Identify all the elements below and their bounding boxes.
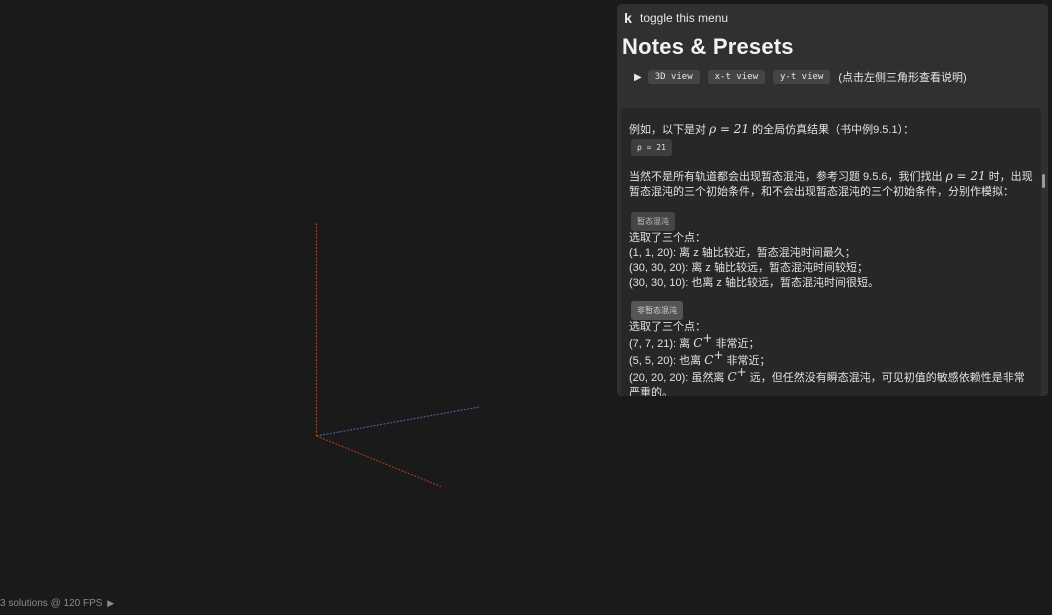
fps-status: 3 solutions @ 120 FPS ▶ xyxy=(0,597,114,610)
expand-triangle-icon[interactable]: ▶ xyxy=(634,72,642,83)
preset-non-transient-chaos-button[interactable]: 非暂态混沌 xyxy=(631,301,683,320)
notes-content[interactable]: 例如，以下是对 ρ = 21 的全局仿真结果（书中例9.5.1）： ρ = 21… xyxy=(621,108,1041,396)
preset-rho-21-button[interactable]: ρ = 21 xyxy=(631,139,672,156)
c-base: C xyxy=(693,336,702,350)
preset-transient-chaos-button[interactable]: 暂态混沌 xyxy=(631,212,675,231)
note-p2-a: 当然不是所有轨道都会出现暂态混沌，参考习题 9.5.6，我们找出 xyxy=(629,171,946,183)
notes-scrollbar[interactable] xyxy=(1042,174,1045,188)
play-icon[interactable]: ▶ xyxy=(107,598,114,608)
panel-title: Notes & Presets xyxy=(622,34,794,60)
c-base: C xyxy=(704,353,713,367)
view-button-xt[interactable]: x-t view xyxy=(708,70,765,84)
axis-right xyxy=(317,407,480,436)
menu-toggle-label: toggle this menu xyxy=(640,11,728,25)
transient-line-2: (30, 30, 20): 离 z 轴比较远，暂态混沌时间较短； xyxy=(629,261,1033,276)
math-c-plus-1: C+ xyxy=(693,336,712,350)
c-sup: + xyxy=(737,365,747,379)
transient-line-3: (30, 30, 10): 也离 z 轴比较远，暂态混沌时间很短。 xyxy=(629,276,1033,291)
math-c-plus-2: C+ xyxy=(704,353,723,367)
view-hint: (点击左侧三角形查看说明) xyxy=(838,69,966,85)
nt-line3-pre: (20, 20, 20): 虽然离 xyxy=(629,372,727,384)
non-transient-line-3: (20, 20, 20): 虽然离 C+ 远，但任然没有瞬态混沌，可见初值的敏感… xyxy=(629,370,1033,396)
math-rho-2: ρ = 21 xyxy=(946,169,986,183)
menu-toggle[interactable]: k toggle this menu xyxy=(621,7,728,29)
non-transient-line-1: (7, 7, 21): 离 C+ 非常近； xyxy=(629,336,1033,352)
nt-line2-pre: (5, 5, 20): 也离 xyxy=(629,355,704,367)
math-rho: ρ = 21 xyxy=(709,122,749,136)
note-intro-suffix: 的全局仿真结果（书中例9.5.1）： xyxy=(749,124,914,136)
math-c-plus-3: C+ xyxy=(727,370,746,384)
note-transient-explain: 当然不是所有轨道都会出现暂态混沌，参考习题 9.5.6，我们找出 ρ = 21 … xyxy=(629,169,1033,200)
fps-status-text: 3 solutions @ 120 FPS xyxy=(0,598,102,609)
view-button-3d[interactable]: 3D view xyxy=(648,70,700,84)
non-transient-line-2: (5, 5, 20): 也离 C+ 非常近； xyxy=(629,353,1033,369)
c-base: C xyxy=(727,370,736,384)
menu-key: k xyxy=(621,10,635,26)
notes-panel: k toggle this menu Notes & Presets ▶ 3D … xyxy=(617,4,1048,396)
c-sup: + xyxy=(713,348,723,362)
view-button-yt[interactable]: y-t view xyxy=(773,70,830,84)
transient-line-1: (1, 1, 20): 离 z 轴比较近，暂态混沌时间最久； xyxy=(629,246,1033,261)
non-transient-line-0: 选取了三个点： xyxy=(629,320,1033,335)
axis-diagonal xyxy=(317,436,443,487)
transient-line-0: 选取了三个点： xyxy=(629,231,1033,246)
c-sup: + xyxy=(702,331,712,345)
note-intro-prefix: 例如，以下是对 xyxy=(629,124,709,136)
nt-line1-pre: (7, 7, 21): 离 xyxy=(629,338,693,350)
note-intro: 例如，以下是对 ρ = 21 的全局仿真结果（书中例9.5.1）： xyxy=(629,122,1033,138)
view-presets: ▶ 3D view x-t view y-t view (点击左侧三角形查看说明… xyxy=(634,69,967,85)
